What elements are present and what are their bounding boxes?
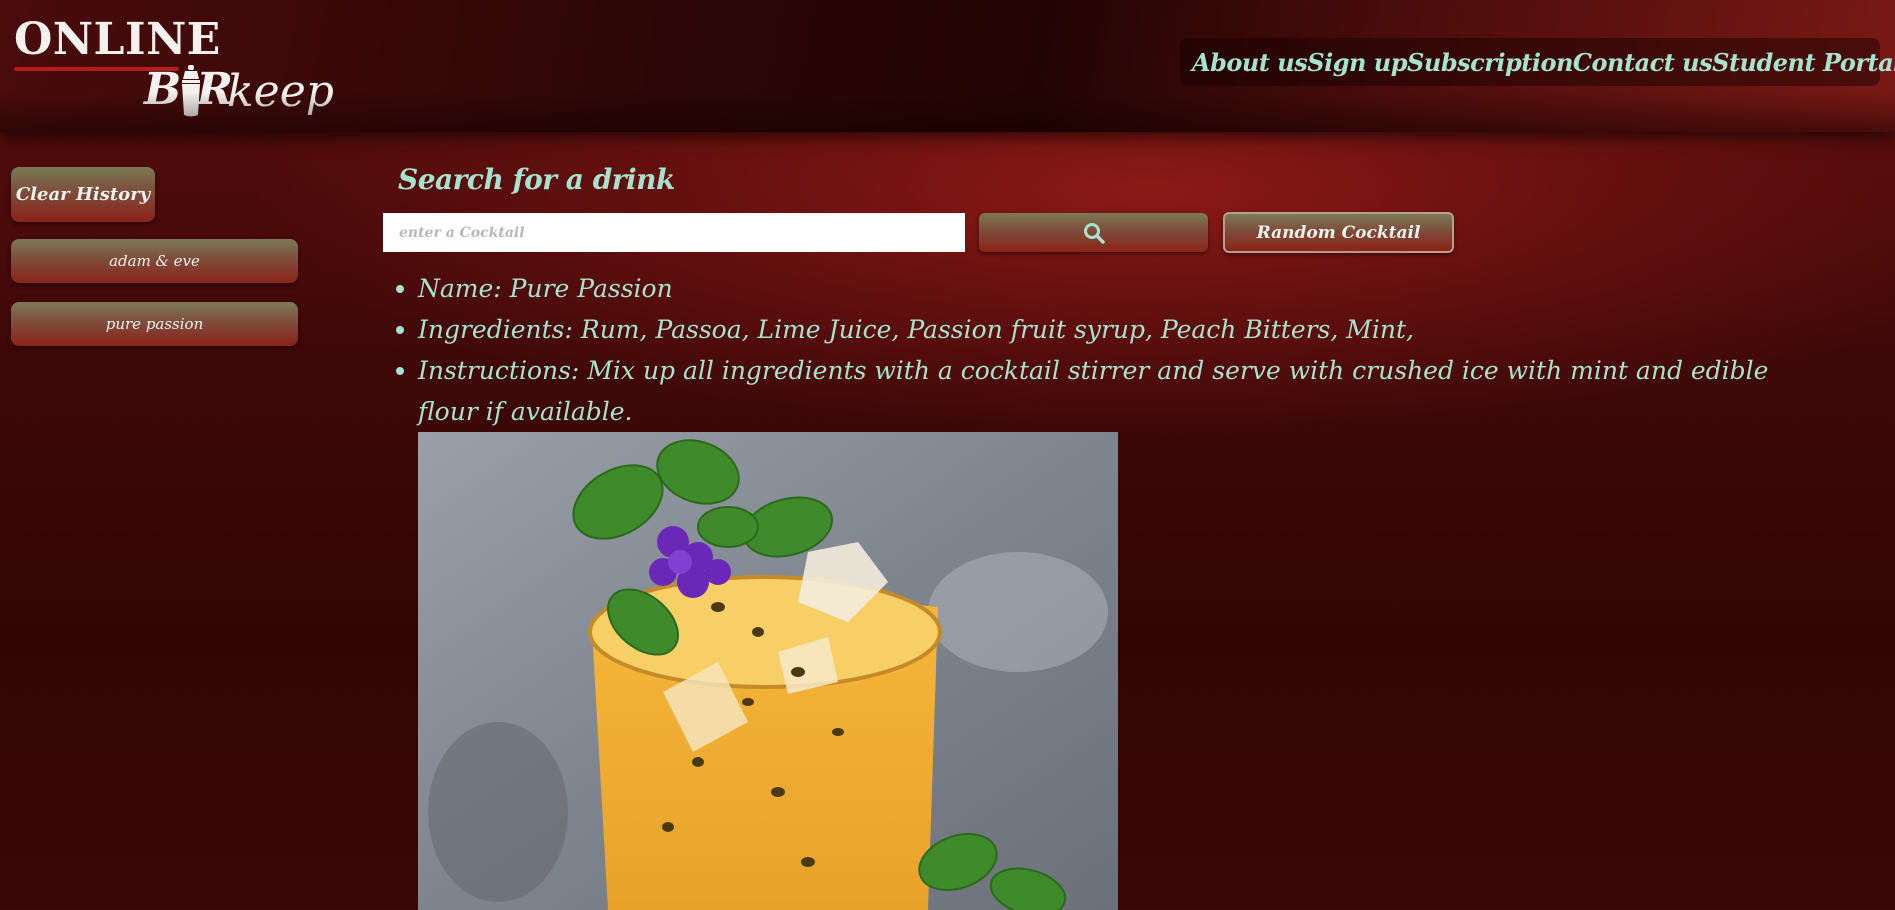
search-title: Search for a drink [398,163,675,196]
site-header: ONLINE B R keep About us Sign up Subscri… [0,0,1895,132]
logo-keep-text: keep [227,66,334,117]
nav-student-portal[interactable]: Student Portal [1712,48,1895,77]
nav-about-us[interactable]: About us [1192,48,1308,77]
history-item-adam-eve[interactable]: adam & eve [11,239,298,283]
main-nav: About us Sign up Subscription Contact us… [1180,38,1895,86]
nav-subscription[interactable]: Subscription [1407,48,1573,77]
nav-sign-up[interactable]: Sign up [1307,48,1407,77]
logo-online-text: ONLINE [14,14,221,65]
drink-photo [418,432,1118,910]
nav-contact-us[interactable]: Contact us [1573,48,1713,77]
cocktail-photo-illustration [418,432,1118,910]
history-item-pure-passion[interactable]: pure passion [11,302,298,346]
drink-name: Name: Pure Passion [396,268,1818,309]
clear-history-button[interactable]: Clear History [11,167,155,222]
cocktail-search-input[interactable] [383,213,965,252]
cocktail-shaker-icon [182,65,200,117]
search-button[interactable] [979,213,1208,252]
drink-instructions: Instructions: Mix up all ingredients wit… [396,350,1818,432]
drink-details-list: Name: Pure Passion Ingredients: Rum, Pas… [388,268,1818,432]
site-logo[interactable]: ONLINE B R keep [14,14,334,117]
drink-ingredients: Ingredients: Rum, Passoa, Lime Juice, Pa… [396,309,1818,350]
search-icon [1083,222,1105,244]
random-cocktail-button[interactable]: Random Cocktail [1223,212,1454,253]
